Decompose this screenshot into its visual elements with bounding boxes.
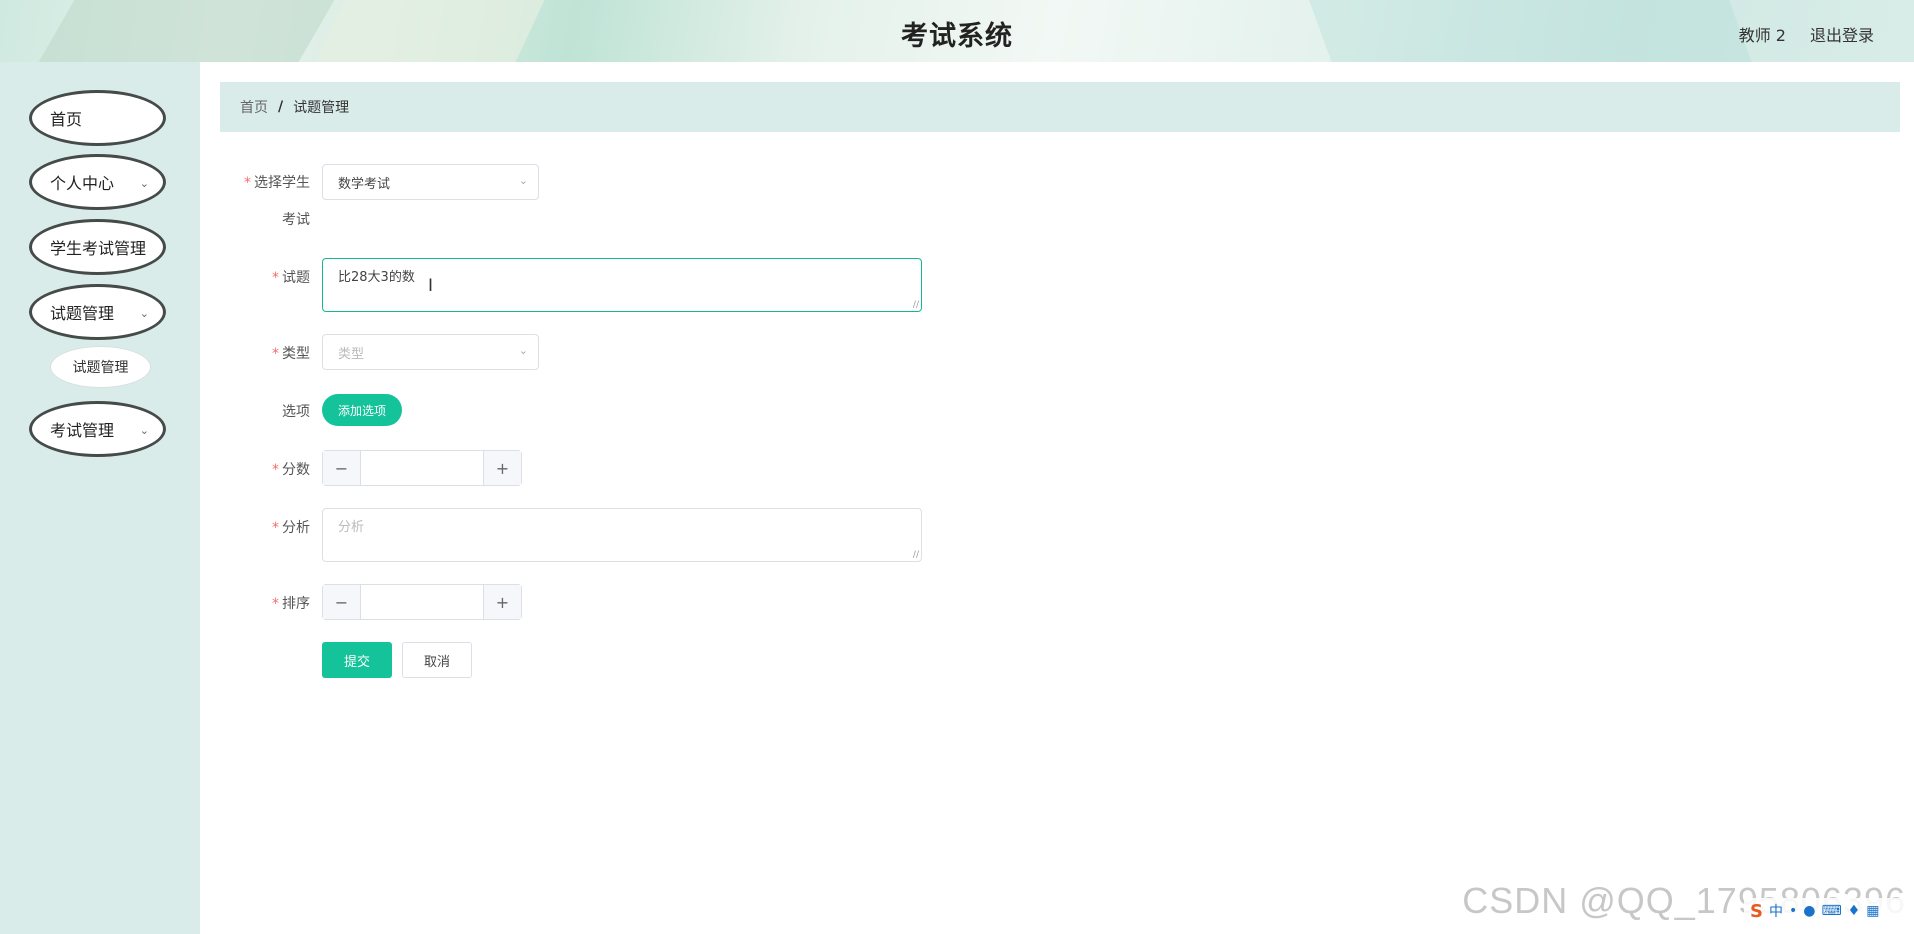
sidebar-item-label: 试题管理 [50, 304, 115, 323]
add-option-button[interactable]: 添加选项 [322, 394, 402, 426]
required-mark: * [244, 175, 251, 191]
chevron-down-icon: ⌄ [518, 344, 528, 357]
exam-select-value: 数学考试 [338, 176, 391, 192]
required-mark: * [272, 270, 279, 286]
sidebar: 首页 个人中心 ⌄ 学生考试管理 试题管理 ⌄ 试题管理 考试管理 ⌄ [0, 62, 200, 934]
sidebar-item-exam-management[interactable]: 考试管理 ⌄ [29, 401, 166, 457]
required-mark: * [272, 520, 279, 536]
order-label-text: 排序 [282, 596, 310, 612]
sidebar-item-label: 个人中心 [50, 174, 115, 193]
sidebar-item-label: 首页 [50, 110, 83, 129]
sogou-logo-icon: S [1750, 900, 1763, 922]
analysis-placeholder: 分析 [338, 520, 365, 535]
type-label: * 类型 [190, 343, 310, 363]
sidebar-item-personal-center[interactable]: 个人中心 ⌄ [29, 154, 166, 210]
type-label-text: 类型 [282, 346, 310, 362]
resize-handle-icon[interactable]: ∕∕ [913, 550, 919, 560]
decrement-button[interactable]: − [323, 451, 361, 485]
microphone-icon[interactable]: ● [1803, 903, 1815, 919]
current-user: 教师 2 [1738, 26, 1786, 45]
exam-label: * 选择学生 [190, 172, 310, 192]
question-label: * 试题 [190, 267, 310, 287]
punctuation-icon[interactable]: • [1789, 903, 1797, 919]
submit-button[interactable]: 提交 [322, 642, 392, 678]
type-select-placeholder: 类型 [338, 346, 365, 362]
chevron-down-icon: ⌄ [518, 174, 528, 187]
sidebar-item-label: 学生考试管理 [50, 239, 147, 258]
order-stepper[interactable]: − + [322, 584, 522, 620]
sidebar-subitem-label: 试题管理 [72, 360, 129, 376]
analysis-textarea[interactable]: 分析 ∕∕ [322, 508, 922, 562]
ime-toolbar[interactable]: S 中 • ● ⌨ ♦ ▦ [1744, 898, 1914, 924]
sidebar-subitem-question-management[interactable]: 试题管理 [50, 346, 151, 388]
question-textarea[interactable]: 比28大3的数 ∕∕ [322, 258, 922, 312]
increment-button[interactable]: + [483, 585, 521, 619]
exam-label-line2: 考试 [282, 212, 310, 228]
logout-button[interactable]: 退出登录 [1810, 22, 1874, 46]
type-select[interactable]: 类型 ⌄ [322, 334, 539, 370]
app-title: 考试系统 [901, 21, 1013, 52]
decrement-button[interactable]: − [323, 585, 361, 619]
options-label: 选项 [282, 404, 310, 420]
keyboard-icon[interactable]: ⌨ [1821, 903, 1841, 919]
exam-select[interactable]: 数学考试 ⌄ [322, 164, 539, 200]
score-input[interactable] [361, 451, 483, 485]
cancel-button[interactable]: 取消 [402, 642, 472, 678]
order-label: * 排序 [190, 593, 310, 613]
sidebar-item-student-exam[interactable]: 学生考试管理 [29, 219, 166, 275]
order-input[interactable] [361, 585, 483, 619]
chevron-down-icon: ⌄ [139, 177, 149, 190]
chevron-down-icon: ⌄ [139, 307, 149, 320]
sidebar-item-question-management[interactable]: 试题管理 ⌄ [29, 284, 166, 340]
question-label-text: 试题 [282, 270, 310, 286]
sidebar-item-label: 考试管理 [50, 421, 115, 440]
breadcrumb-current: 试题管理 [293, 100, 350, 116]
score-label-text: 分数 [282, 462, 310, 478]
question-text: 比28大3的数 [338, 270, 415, 285]
chevron-down-icon: ⌄ [139, 424, 149, 437]
breadcrumb-home[interactable]: 首页 [240, 97, 268, 117]
toolbox-icon[interactable]: ▦ [1866, 903, 1879, 919]
required-mark: * [272, 346, 279, 362]
required-mark: * [272, 462, 279, 478]
score-stepper[interactable]: − + [322, 450, 522, 486]
sidebar-item-home[interactable]: 首页 [29, 90, 166, 146]
app-header: 考试系统 教师 2 退出登录 [0, 0, 1914, 62]
exam-label-text: 选择学生 [254, 175, 310, 191]
score-label: * 分数 [190, 459, 310, 479]
required-mark: * [272, 596, 279, 612]
skin-icon[interactable]: ♦ [1848, 903, 1861, 919]
text-cursor-icon: I [428, 276, 434, 296]
analysis-label-text: 分析 [282, 520, 310, 536]
analysis-label: * 分析 [190, 517, 310, 537]
resize-handle-icon[interactable]: ∕∕ [913, 300, 919, 310]
increment-button[interactable]: + [483, 451, 521, 485]
breadcrumb-separator: / [278, 99, 284, 115]
breadcrumb: 首页 / 试题管理 [220, 82, 1900, 132]
ime-mode-label[interactable]: 中 [1769, 901, 1783, 921]
